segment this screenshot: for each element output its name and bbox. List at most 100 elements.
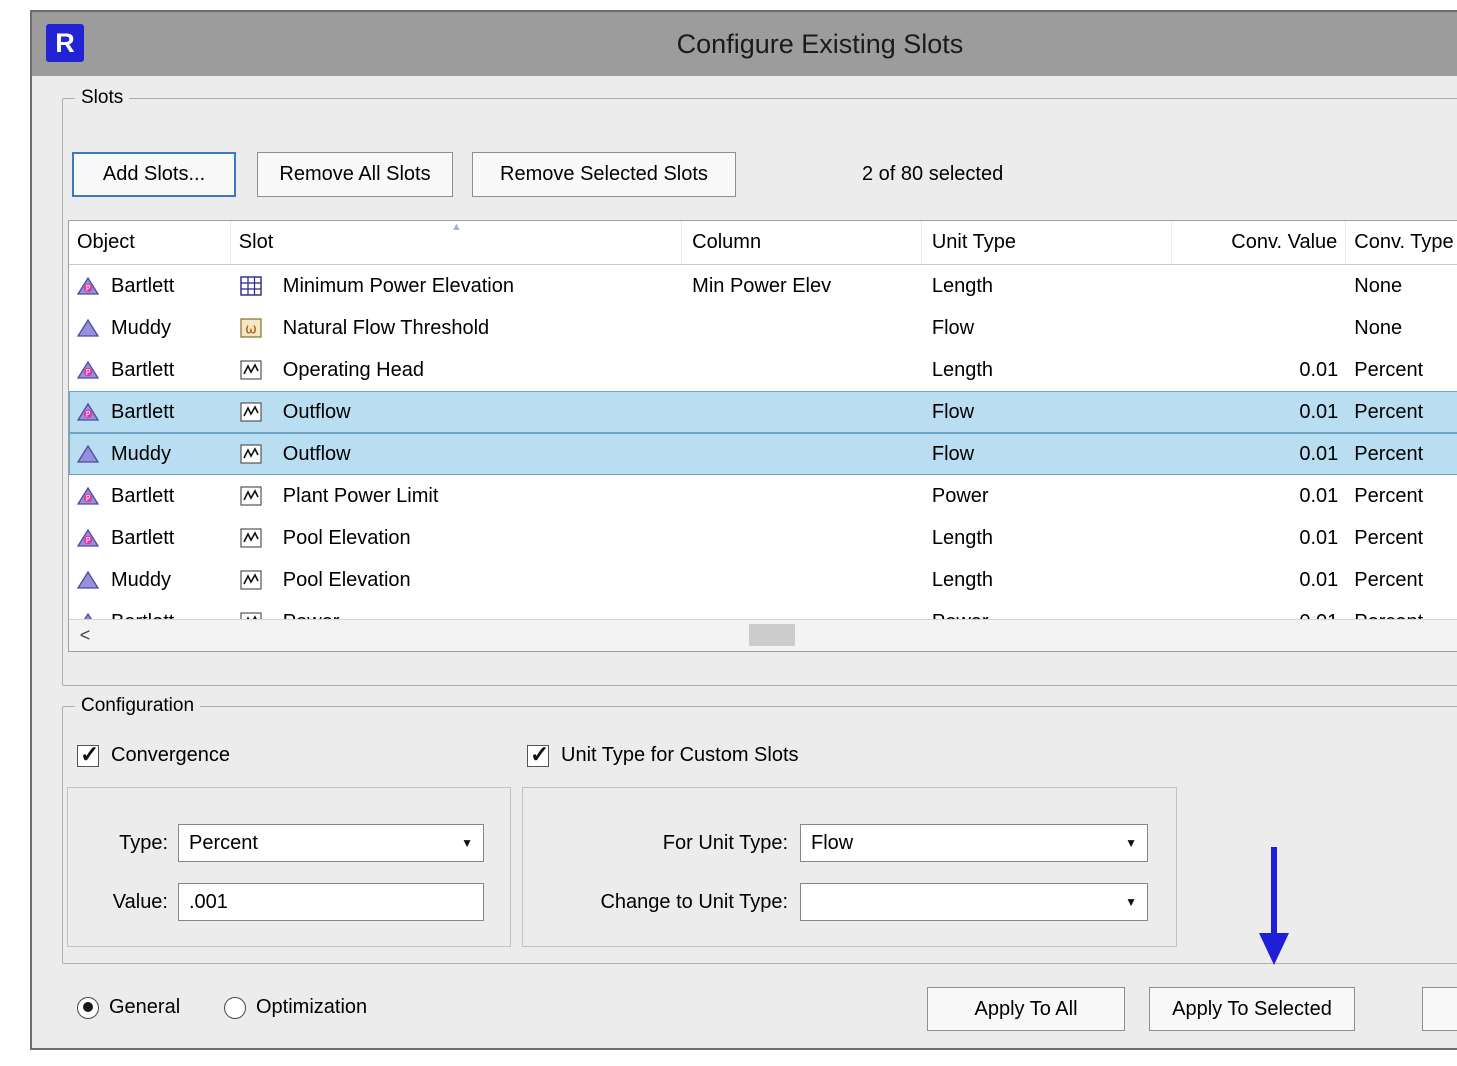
screen: R Configure Existing Slots Slots Add Slo… xyxy=(0,0,1457,1066)
unit-type-checkbox[interactable]: ✓ xyxy=(527,745,549,767)
convergence-checkbox[interactable]: ✓ xyxy=(77,745,99,767)
conv-type-value: Percent xyxy=(1346,433,1457,475)
slot-name: Outflow xyxy=(283,401,351,424)
remove-all-slots-button[interactable]: Remove All Slots xyxy=(257,152,453,197)
change-to-unit-type-dropdown[interactable]: ▼ xyxy=(800,883,1148,921)
power-reservoir-icon: P xyxy=(77,486,101,506)
conv-value: 0.01 xyxy=(1172,601,1347,621)
unit-type-value: Length xyxy=(922,559,1172,601)
sort-ascending-icon[interactable]: ▲ xyxy=(451,221,462,233)
column-value xyxy=(682,391,922,433)
column-header-column[interactable]: Column xyxy=(682,221,922,264)
optimization-radio-label: Optimization xyxy=(256,996,367,1019)
power-reservoir-icon: P xyxy=(77,528,101,548)
slot-name: Pool Elevation xyxy=(283,527,411,550)
power-reservoir-icon: P xyxy=(77,402,101,422)
annotation-arrow-shaft xyxy=(1271,847,1277,935)
conv-value: 0.01 xyxy=(1172,517,1347,559)
conv-value: 0.01 xyxy=(1172,475,1347,517)
slot-name: Plant Power Limit xyxy=(283,485,439,508)
table-row[interactable]: P Bartlett Outflow Flow 0.01 Percent xyxy=(69,391,1457,433)
value-label: Value: xyxy=(68,891,168,914)
object-name: Muddy xyxy=(111,569,171,592)
horizontal-scrollbar[interactable]: < xyxy=(69,619,1457,651)
title-bar[interactable]: R Configure Existing Slots xyxy=(32,12,1457,76)
remove-selected-slots-button[interactable]: Remove Selected Slots xyxy=(472,152,736,197)
conv-type-value: Percent xyxy=(1346,601,1457,621)
svg-text:P: P xyxy=(86,536,91,545)
type-label: Type: xyxy=(68,832,168,855)
close-button[interactable]: Close xyxy=(1422,987,1457,1031)
table-row[interactable]: Muddy Pool Elevation Length 0.01 Percent xyxy=(69,559,1457,601)
convergence-type-dropdown[interactable]: Percent ▼ xyxy=(178,824,484,862)
object-name: Bartlett xyxy=(111,275,174,298)
conv-type-value: Percent xyxy=(1346,391,1457,433)
table-row[interactable]: P Bartlett Plant Power Limit Power 0.01 … xyxy=(69,475,1457,517)
object-name: Bartlett xyxy=(111,527,174,550)
convergence-checkbox-row[interactable]: ✓ Convergence xyxy=(77,744,230,767)
svg-text:P: P xyxy=(86,494,91,503)
optimization-radio[interactable]: Optimization xyxy=(224,996,367,1019)
power-reservoir-icon: P xyxy=(77,276,101,296)
convergence-settings-box: Type: Percent ▼ Value: xyxy=(67,787,511,947)
unit-type-value: Flow xyxy=(922,391,1172,433)
column-value xyxy=(682,559,922,601)
apply-to-selected-button[interactable]: Apply To Selected xyxy=(1149,987,1355,1031)
unit-type-value: Length xyxy=(922,517,1172,559)
table-row[interactable]: P Bartlett Operating Head Length 0.01 Pe… xyxy=(69,349,1457,391)
series-slot-icon xyxy=(239,526,263,550)
svg-text:ω: ω xyxy=(245,322,257,338)
optimization-radio-circle[interactable] xyxy=(224,997,246,1019)
table-row[interactable]: Muddy Outflow Flow 0.01 Percent xyxy=(69,433,1457,475)
general-radio[interactable]: General xyxy=(77,996,180,1019)
general-radio-label: General xyxy=(109,996,180,1019)
table-row[interactable]: P Bartlett Minimum Power Elevation Min P… xyxy=(69,265,1457,307)
column-value xyxy=(682,517,922,559)
check-icon: ✓ xyxy=(80,741,99,768)
column-header-unit-type[interactable]: Unit Type xyxy=(922,221,1172,264)
slot-name: Outflow xyxy=(283,443,351,466)
add-slots-button[interactable]: Add Slots... xyxy=(72,152,236,197)
column-header-object[interactable]: Object xyxy=(69,221,231,264)
svg-text:P: P xyxy=(86,284,91,293)
object-name: Bartlett xyxy=(111,485,174,508)
column-value xyxy=(682,433,922,475)
configuration-legend: Configuration xyxy=(75,695,200,717)
table-row[interactable]: Muddy ω Natural Flow Threshold Flow None xyxy=(69,307,1457,349)
series-slot-icon xyxy=(239,568,263,592)
change-to-unit-type-label: Change to Unit Type: xyxy=(523,891,788,914)
storage-reservoir-icon xyxy=(77,570,101,590)
table-row[interactable]: P Bartlett Power Power 0.01 Percent xyxy=(69,601,1457,621)
table-slot-icon xyxy=(239,274,263,298)
convergence-value-input[interactable] xyxy=(178,883,484,921)
power-reservoir-icon: P xyxy=(77,360,101,380)
unit-type-value: Power xyxy=(922,601,1172,621)
column-header-conv-type[interactable]: Conv. Type xyxy=(1346,221,1457,264)
unit-type-value: Power xyxy=(922,475,1172,517)
column-value xyxy=(682,307,922,349)
general-radio-circle[interactable] xyxy=(77,997,99,1019)
table-rows: P Bartlett Minimum Power Elevation Min P… xyxy=(69,265,1457,621)
series-slot-icon xyxy=(239,400,263,424)
series-slot-icon xyxy=(239,442,263,466)
slot-name: Minimum Power Elevation xyxy=(283,275,514,298)
slot-name: Pool Elevation xyxy=(283,569,411,592)
svg-text:P: P xyxy=(86,410,91,419)
column-value xyxy=(682,601,922,621)
window-title: Configure Existing Slots xyxy=(32,12,1457,76)
for-unit-type-dropdown[interactable]: Flow ▼ xyxy=(800,824,1148,862)
convergence-label: Convergence xyxy=(111,744,230,767)
configure-existing-slots-dialog: R Configure Existing Slots Slots Add Slo… xyxy=(30,10,1457,1050)
svg-text:P: P xyxy=(86,368,91,377)
conv-type-value: Percent xyxy=(1346,475,1457,517)
slot-name: Natural Flow Threshold xyxy=(283,317,489,340)
apply-to-all-button[interactable]: Apply To All xyxy=(927,987,1125,1031)
unit-type-label: Unit Type for Custom Slots xyxy=(561,744,799,767)
table-row[interactable]: P Bartlett Pool Elevation Length 0.01 Pe… xyxy=(69,517,1457,559)
unit-type-settings-box: For Unit Type: Flow ▼ Change to Unit Typ… xyxy=(522,787,1177,947)
unit-type-checkbox-row[interactable]: ✓ Unit Type for Custom Slots xyxy=(527,744,799,767)
slots-legend: Slots xyxy=(75,87,129,109)
scroll-left-arrow-icon[interactable]: < xyxy=(71,620,99,650)
scrollbar-thumb[interactable] xyxy=(749,624,795,646)
column-header-conv-value[interactable]: Conv. Value xyxy=(1172,221,1347,264)
